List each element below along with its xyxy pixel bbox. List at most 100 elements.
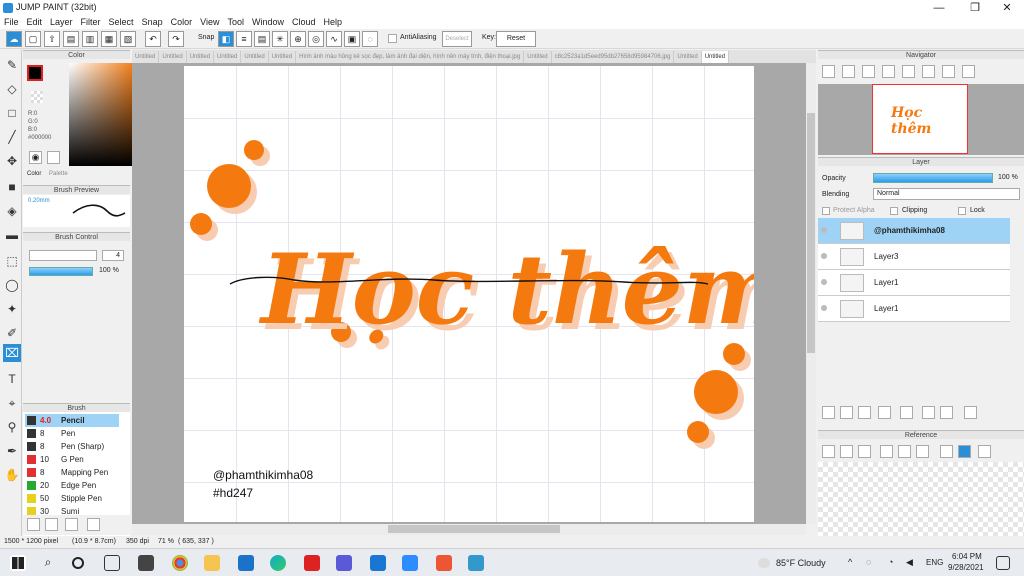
brush-size-slider[interactable] — [29, 250, 97, 261]
brush-delete-icon[interactable] — [87, 518, 100, 531]
brush-item[interactable]: 8 Pen — [25, 427, 119, 440]
visibility-icon[interactable] — [821, 227, 827, 233]
grid-icon[interactable]: ▦ — [101, 31, 117, 47]
menu-cloud[interactable]: Cloud — [288, 16, 320, 29]
move-tool-icon[interactable]: ✥ — [3, 152, 21, 170]
task-view-icon[interactable] — [104, 555, 120, 571]
ref-open-icon[interactable] — [840, 445, 853, 458]
snap-focus-icon[interactable]: ⊕ — [290, 31, 306, 47]
layer-menu-icon[interactable] — [878, 406, 891, 419]
menu-color[interactable]: Color — [167, 16, 197, 29]
fit-icon[interactable] — [862, 65, 875, 78]
clock-time[interactable]: 6:04 PM — [952, 552, 982, 561]
brush-item[interactable]: 10 G Pen — [25, 453, 119, 466]
menu-file[interactable]: File — [0, 16, 23, 29]
select-tool-icon[interactable]: ⬚ — [3, 252, 21, 270]
menu-edit[interactable]: Edit — [23, 16, 47, 29]
chrome-icon[interactable] — [172, 555, 188, 571]
brush-item[interactable]: 8 Mapping Pen — [25, 466, 119, 479]
line-tool-icon[interactable]: ╱ — [3, 128, 21, 146]
color-mode-icon[interactable] — [47, 151, 60, 164]
notification-icon[interactable] — [996, 556, 1010, 570]
paint-app-icon[interactable] — [436, 555, 452, 571]
horizontal-scrollbar[interactable] — [132, 524, 806, 535]
minimize-button[interactable]: — — [922, 0, 956, 16]
tab-color[interactable]: Color — [27, 171, 41, 177]
protect-alpha-checkbox[interactable] — [822, 207, 830, 215]
magic-wand-icon[interactable]: ✦ — [3, 300, 21, 318]
navigator-thumbnail[interactable]: Học thêm — [872, 84, 968, 154]
upload-icon[interactable]: ⇧ — [44, 31, 60, 47]
clock-date[interactable]: 9/28/2021 — [948, 563, 984, 572]
layer-row[interactable]: Layer3 — [818, 244, 1010, 270]
ref-fit-icon[interactable] — [916, 445, 929, 458]
brush-copy-icon[interactable] — [65, 518, 78, 531]
snap-square-icon[interactable]: ▣ — [344, 31, 360, 47]
export-icon[interactable]: ▥ — [82, 31, 98, 47]
new-layer-color-icon[interactable] — [840, 406, 853, 419]
gradient-tool-icon[interactable]: ▬ — [3, 226, 21, 244]
duplicate-layer-icon[interactable] — [858, 406, 871, 419]
snap-radial-icon[interactable]: ✳ — [272, 31, 288, 47]
foreground-color-swatch[interactable] — [27, 65, 43, 81]
skype-icon[interactable] — [370, 555, 386, 571]
menu-select[interactable]: Select — [105, 16, 138, 29]
snap-curve-icon[interactable]: ∿ — [326, 31, 342, 47]
tray-chevron-icon[interactable]: ^ — [848, 557, 852, 567]
select-eraser-icon[interactable]: ⌧ — [3, 344, 21, 362]
layers-icon[interactable]: ▧ — [120, 31, 136, 47]
new-layer-icon[interactable] — [822, 406, 835, 419]
transparent-swatch[interactable] — [31, 91, 43, 103]
antialias-checkbox[interactable] — [388, 34, 397, 43]
tab-palette[interactable]: Palette — [49, 171, 68, 177]
zoom-app-icon[interactable] — [402, 555, 418, 571]
weather-icon[interactable] — [758, 558, 770, 568]
edge-icon[interactable] — [270, 555, 286, 571]
reset-rotation-icon[interactable] — [962, 65, 975, 78]
menu-help[interactable]: Help — [320, 16, 347, 29]
menu-window[interactable]: Window — [248, 16, 288, 29]
brush-settings-icon[interactable] — [27, 518, 40, 531]
reset-button[interactable]: Reset — [496, 31, 536, 47]
hand-tool-icon[interactable]: ✋ — [3, 466, 21, 484]
reference-view[interactable] — [818, 462, 1024, 536]
layer-opacity-slider[interactable] — [873, 173, 993, 183]
mail-icon[interactable] — [238, 555, 254, 571]
rotate-left-icon[interactable] — [922, 65, 935, 78]
ref-cloud-icon[interactable] — [822, 445, 835, 458]
brush-item[interactable]: 8 Pen (Sharp) — [25, 440, 119, 453]
text-tool-icon[interactable]: T — [3, 370, 21, 388]
undo-icon[interactable]: ↶ — [145, 31, 161, 47]
canvas[interactable]: Học thêm Học thêm @phamthikimha08 #hd247 — [184, 66, 754, 522]
layer-row[interactable]: @phamthikimha08 — [818, 218, 1010, 244]
ref-dropper-icon[interactable] — [940, 445, 953, 458]
shape-tool-icon[interactable]: □ — [3, 104, 21, 122]
wifi-icon[interactable]: ◔ — [888, 557, 893, 567]
redo-icon[interactable]: ↷ — [168, 31, 184, 47]
menu-snap[interactable]: Snap — [138, 16, 167, 29]
network-icon[interactable]: ◌ — [866, 557, 871, 567]
ref-zoom-in-icon[interactable] — [880, 445, 893, 458]
photos-icon[interactable] — [468, 555, 484, 571]
clipping-checkbox[interactable] — [890, 207, 898, 215]
bucket-tool-icon[interactable]: ◈ — [3, 202, 21, 220]
pen-tool-icon[interactable]: ✎ — [3, 56, 21, 74]
cloud-icon[interactable]: ☁ — [6, 31, 22, 47]
brush-item[interactable]: 4.0 Pencil — [25, 414, 119, 427]
fill-rect-tool-icon[interactable]: ■ — [3, 178, 21, 196]
brush-opacity-slider[interactable] — [29, 267, 93, 276]
menu-view[interactable]: View — [196, 16, 223, 29]
operation-tool-icon[interactable]: ⌖ — [3, 394, 21, 412]
copy-layer-icon[interactable] — [922, 406, 935, 419]
search-icon[interactable]: ⌕ — [40, 555, 56, 571]
lock-checkbox[interactable] — [958, 207, 966, 215]
menu-filter[interactable]: Filter — [77, 16, 105, 29]
eraser-tool-icon[interactable]: ◇ — [3, 80, 21, 98]
palette-icon[interactable]: ◉ — [29, 151, 42, 164]
weather-text[interactable]: 85°F Cloudy — [776, 558, 826, 568]
windows-start-icon[interactable] — [10, 555, 26, 571]
new-file-icon[interactable]: ▢ — [25, 31, 41, 47]
pen-icon[interactable]: ✒ — [3, 442, 21, 460]
lasso-tool-icon[interactable]: ◯ — [3, 276, 21, 294]
brush-item[interactable]: 20 Edge Pen — [25, 479, 119, 492]
